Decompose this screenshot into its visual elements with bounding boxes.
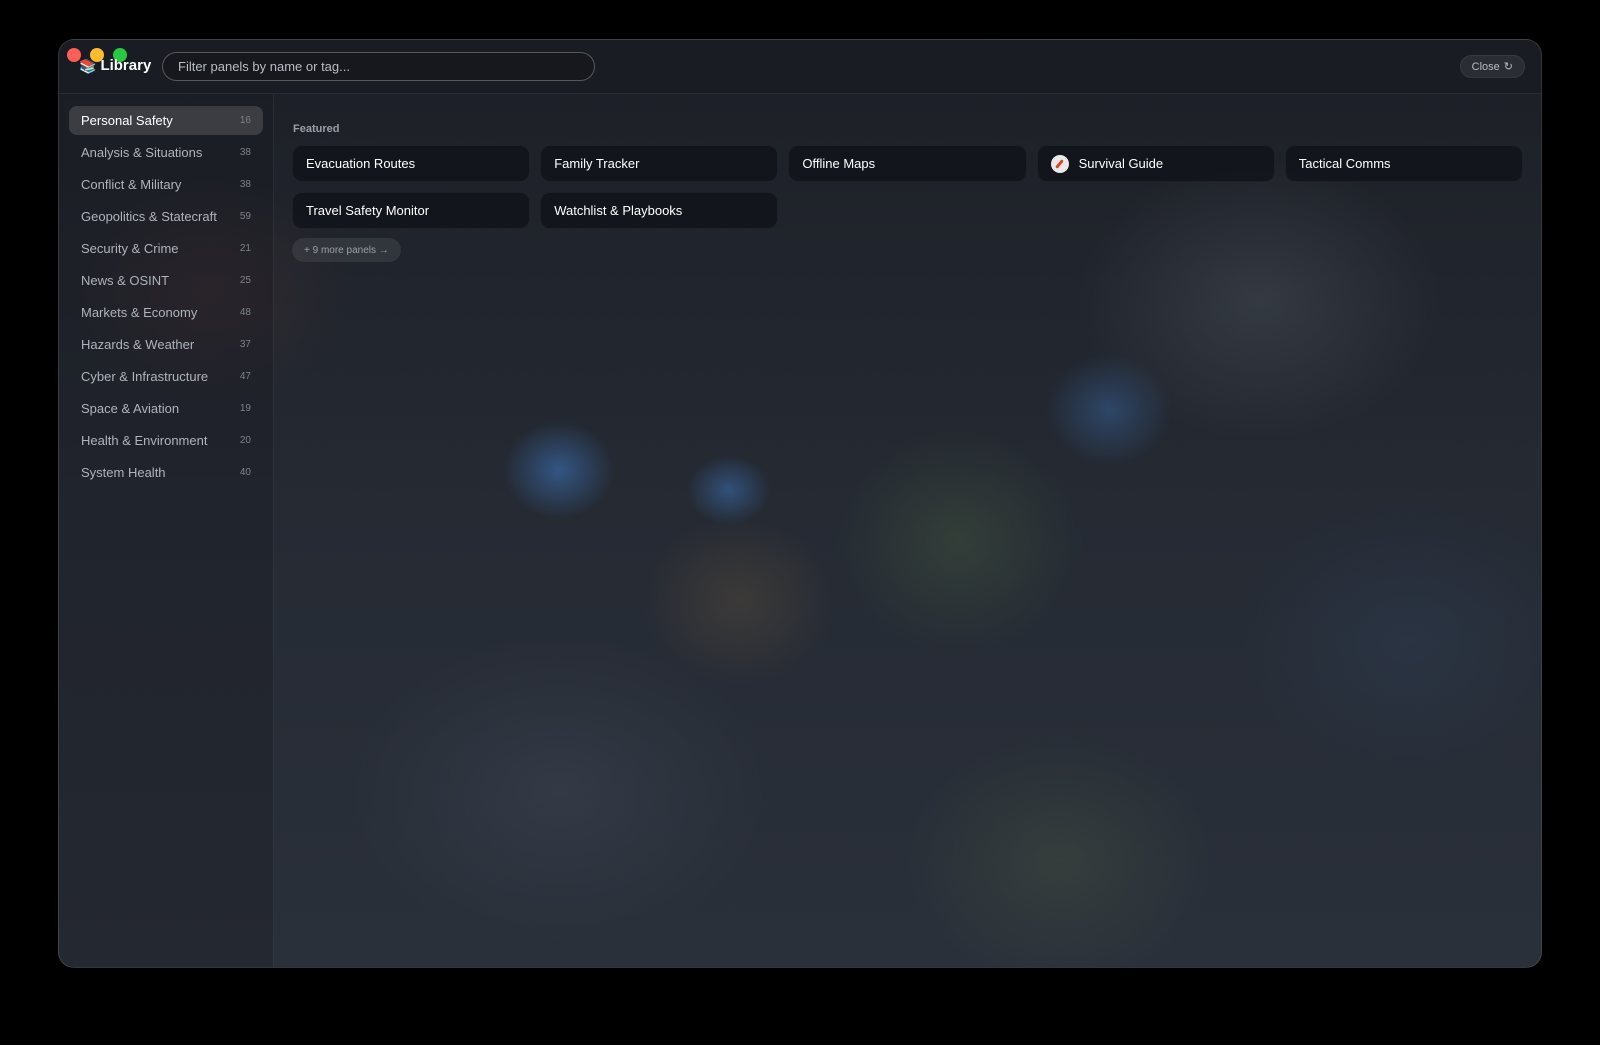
- panel-card-label: Family Tracker: [554, 156, 640, 171]
- refresh-icon: ↻: [1503, 61, 1513, 73]
- sidebar-item-label: Health & Environment: [81, 433, 208, 448]
- library-window: 📚 Library Close ↻ Personal Safety 16 Analy…: [58, 39, 1542, 968]
- sidebar-item-count: 38: [239, 147, 251, 158]
- sidebar-item-count: 16: [239, 115, 251, 126]
- panel-card-label: Tactical Comms: [1298, 156, 1391, 171]
- section-title: Featured: [293, 123, 340, 135]
- sidebar-item-count: 48: [239, 307, 251, 318]
- compass-icon: [1050, 154, 1069, 173]
- books-icon: 📚: [79, 57, 97, 74]
- compass-needle: [1055, 158, 1064, 169]
- sidebar-item-count: 20: [239, 435, 251, 446]
- sidebar-item-label: Conflict & Military: [81, 177, 182, 192]
- sidebar-item[interactable]: Space & Aviation 19: [69, 394, 263, 423]
- sidebar-item[interactable]: Conflict & Military 38: [69, 170, 263, 199]
- sidebar-item-label: Hazards & Weather: [81, 337, 195, 352]
- title-bar: 📚 Library Close ↻: [59, 40, 1541, 94]
- app-title: Library: [100, 57, 152, 74]
- more-panels-button[interactable]: + 9 more panels →: [292, 238, 401, 262]
- sidebar-item[interactable]: Cyber & Infrastructure 47: [69, 362, 263, 391]
- sidebar-item-label: Markets & Economy: [81, 305, 198, 320]
- panel-card-label: Travel Safety Monitor: [306, 203, 430, 218]
- panel-card-label: Watchlist & Playbooks: [554, 203, 683, 218]
- panel-card-label: Evacuation Routes: [306, 156, 416, 171]
- sidebar-item[interactable]: Security & Crime 21: [69, 234, 263, 263]
- sidebar-item-count: 37: [239, 339, 251, 350]
- panel-card[interactable]: Evacuation Routes: [292, 145, 531, 182]
- sidebar-item[interactable]: Geopolitics & Statecraft 59: [69, 202, 263, 231]
- main-content: Featured Evacuation Routes Family Tracker…: [274, 94, 1541, 967]
- panel-card[interactable]: Survival Guide: [1036, 145, 1275, 182]
- panel-card[interactable]: Offline Maps: [788, 145, 1027, 182]
- sidebar-item-count: 38: [239, 179, 251, 190]
- panel-card-label: Offline Maps: [802, 156, 876, 171]
- category-sidebar: Personal Safety 16 Analysis & Situations 38…: [59, 94, 274, 967]
- featured-grid: Evacuation Routes Family Tracker Offline M…: [292, 145, 1523, 229]
- sidebar-item[interactable]: Markets & Economy 48: [69, 298, 263, 327]
- panel-card[interactable]: Tactical Comms: [1284, 145, 1523, 182]
- sidebar-item[interactable]: Health & Environment 20: [69, 426, 263, 455]
- sidebar-item-label: News & OSINT: [81, 273, 170, 288]
- sidebar-item[interactable]: Hazards & Weather 37: [69, 330, 263, 359]
- search-input[interactable]: [162, 52, 595, 81]
- sidebar-item-count: 25: [239, 275, 251, 286]
- panel-card[interactable]: Family Tracker: [540, 145, 779, 182]
- sidebar-item[interactable]: News & OSINT 25: [69, 266, 263, 295]
- sidebar-item-count: 47: [239, 371, 251, 382]
- panel-card[interactable]: Travel Safety Monitor: [292, 192, 531, 229]
- panel-card-label: Survival Guide: [1078, 156, 1164, 171]
- sidebar-item-count: 21: [239, 243, 251, 254]
- sidebar-item-label: System Health: [81, 465, 166, 480]
- sidebar-item-label: Space & Aviation: [81, 401, 180, 416]
- panel-card[interactable]: Watchlist & Playbooks: [540, 192, 779, 229]
- app-brand: 📚 Library: [79, 57, 151, 74]
- sidebar-item-label: Analysis & Situations: [81, 145, 203, 160]
- sidebar-item-label: Security & Crime: [81, 241, 179, 256]
- sidebar-item[interactable]: System Health 40: [69, 458, 263, 487]
- close-button[interactable]: Close ↻: [1459, 55, 1525, 78]
- sidebar-item-label: Personal Safety: [81, 113, 173, 128]
- close-button-label: Close: [1471, 60, 1500, 73]
- sidebar-item-count: 40: [239, 467, 251, 478]
- sidebar-item[interactable]: Analysis & Situations 38: [69, 138, 263, 167]
- sidebar-item-label: Geopolitics & Statecraft: [81, 209, 217, 224]
- sidebar-item[interactable]: Personal Safety 16: [69, 106, 263, 135]
- sidebar-item-label: Cyber & Infrastructure: [81, 369, 209, 384]
- sidebar-item-count: 59: [239, 211, 251, 222]
- sidebar-item-count: 19: [239, 403, 251, 414]
